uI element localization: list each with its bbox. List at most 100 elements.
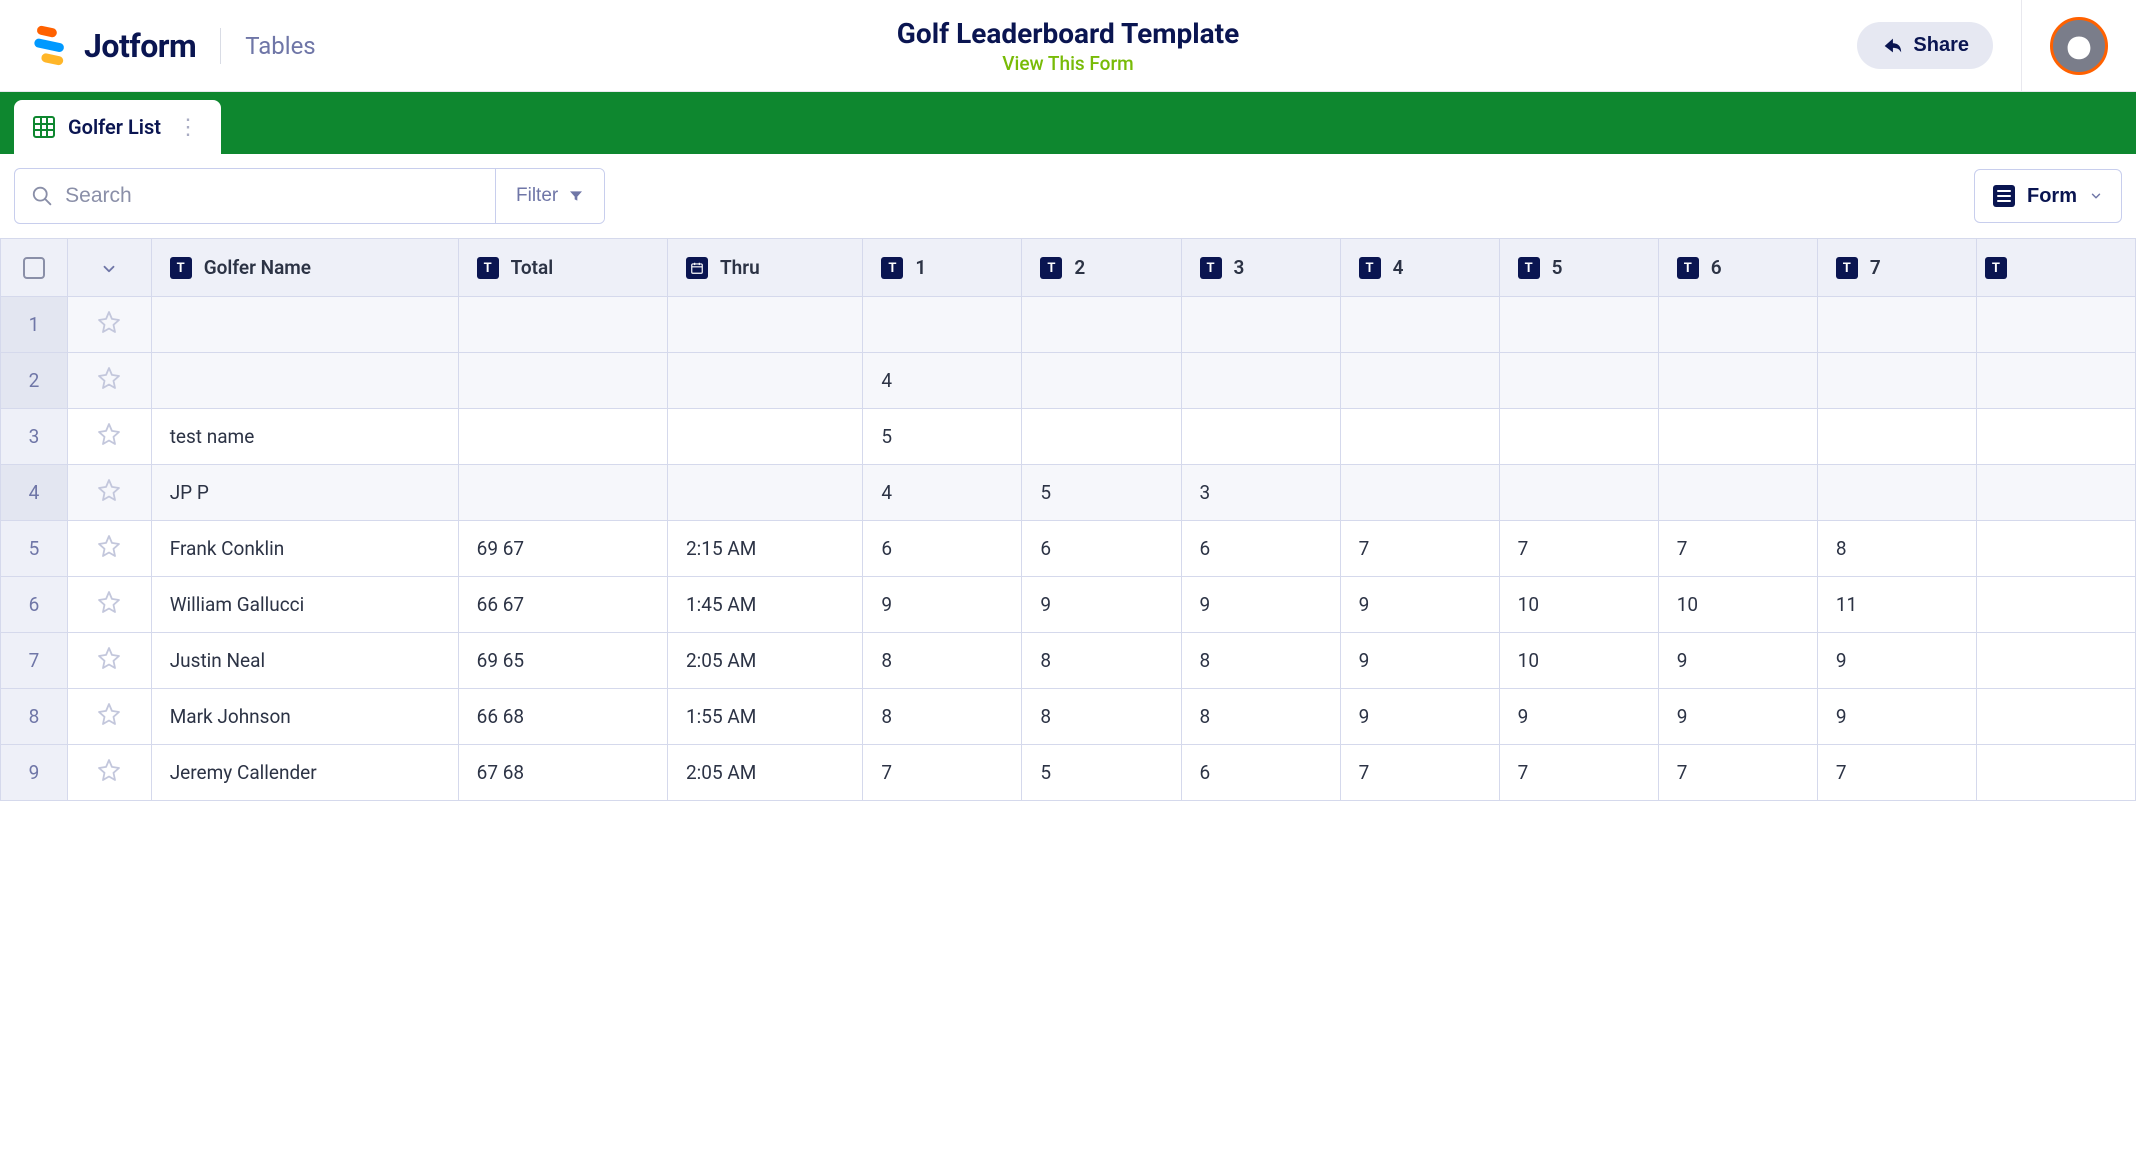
cell-hole-5[interactable]: 9 bbox=[1499, 689, 1658, 745]
cell-hole-6[interactable]: 9 bbox=[1658, 633, 1817, 689]
cell-golfer-name[interactable]: Jeremy Callender bbox=[151, 745, 458, 801]
search-box[interactable] bbox=[15, 169, 495, 223]
cell-hole-3[interactable] bbox=[1181, 297, 1340, 353]
cell-hole-2[interactable]: 5 bbox=[1022, 745, 1181, 801]
cell-thru[interactable]: 1:55 AM bbox=[667, 689, 862, 745]
cell-total[interactable]: 69 67 bbox=[458, 521, 667, 577]
table-row[interactable]: 8Mark Johnson66 681:55 AM8889999 bbox=[1, 689, 2136, 745]
cell-hole-6[interactable] bbox=[1658, 465, 1817, 521]
cell-total[interactable] bbox=[458, 409, 667, 465]
cell-hole-3[interactable]: 8 bbox=[1181, 633, 1340, 689]
cell-hole-6[interactable] bbox=[1658, 297, 1817, 353]
cell-hole-6[interactable] bbox=[1658, 353, 1817, 409]
cell-hole-5[interactable]: 7 bbox=[1499, 521, 1658, 577]
cell-hole-3[interactable] bbox=[1181, 353, 1340, 409]
cell-hole-4[interactable]: 7 bbox=[1340, 521, 1499, 577]
cell-hole-1[interactable]: 5 bbox=[863, 409, 1022, 465]
header-hole-4[interactable]: T4 bbox=[1340, 239, 1499, 297]
cell-hole-next[interactable] bbox=[1976, 689, 2135, 745]
star-icon[interactable] bbox=[97, 646, 121, 670]
cell-hole-5[interactable] bbox=[1499, 465, 1658, 521]
cell-hole-7[interactable] bbox=[1817, 409, 1976, 465]
table-row[interactable]: 24 bbox=[1, 353, 2136, 409]
cell-hole-3[interactable]: 6 bbox=[1181, 745, 1340, 801]
tab-golfer-list[interactable]: Golfer List ⋮ bbox=[14, 100, 221, 154]
section-label[interactable]: Tables bbox=[245, 32, 315, 60]
cell-hole-1[interactable]: 4 bbox=[863, 465, 1022, 521]
cell-hole-3[interactable]: 3 bbox=[1181, 465, 1340, 521]
cell-thru[interactable]: 2:15 AM bbox=[667, 521, 862, 577]
cell-hole-7[interactable]: 11 bbox=[1817, 577, 1976, 633]
table-row[interactable]: 4JP P453 bbox=[1, 465, 2136, 521]
cell-hole-4[interactable] bbox=[1340, 409, 1499, 465]
header-total[interactable]: TTotal bbox=[458, 239, 667, 297]
header-hole-2[interactable]: T2 bbox=[1022, 239, 1181, 297]
cell-hole-1[interactable]: 4 bbox=[863, 353, 1022, 409]
cell-hole-6[interactable] bbox=[1658, 409, 1817, 465]
chevron-down-icon[interactable] bbox=[100, 260, 118, 278]
cell-hole-6[interactable]: 7 bbox=[1658, 521, 1817, 577]
cell-hole-7[interactable]: 8 bbox=[1817, 521, 1976, 577]
view-form-link[interactable]: View This Form bbox=[897, 52, 1239, 75]
cell-hole-2[interactable] bbox=[1022, 409, 1181, 465]
cell-hole-4[interactable] bbox=[1340, 297, 1499, 353]
cell-golfer-name[interactable]: test name bbox=[151, 409, 458, 465]
cell-golfer-name[interactable]: Justin Neal bbox=[151, 633, 458, 689]
cell-total[interactable] bbox=[458, 465, 667, 521]
cell-thru[interactable]: 1:45 AM bbox=[667, 577, 862, 633]
cell-hole-2[interactable]: 6 bbox=[1022, 521, 1181, 577]
cell-hole-1[interactable]: 6 bbox=[863, 521, 1022, 577]
table-row[interactable]: 6William Gallucci66 671:45 AM9999101011 bbox=[1, 577, 2136, 633]
cell-hole-next[interactable] bbox=[1976, 297, 2135, 353]
cell-golfer-name[interactable]: Mark Johnson bbox=[151, 689, 458, 745]
cell-hole-1[interactable]: 9 bbox=[863, 577, 1022, 633]
cell-golfer-name[interactable]: Frank Conklin bbox=[151, 521, 458, 577]
cell-hole-3[interactable]: 6 bbox=[1181, 521, 1340, 577]
cell-hole-1[interactable] bbox=[863, 297, 1022, 353]
cell-hole-1[interactable]: 7 bbox=[863, 745, 1022, 801]
cell-hole-4[interactable]: 9 bbox=[1340, 689, 1499, 745]
cell-golfer-name[interactable]: JP P bbox=[151, 465, 458, 521]
cell-total[interactable]: 66 68 bbox=[458, 689, 667, 745]
table-row[interactable]: 1 bbox=[1, 297, 2136, 353]
cell-thru[interactable] bbox=[667, 297, 862, 353]
cell-hole-1[interactable]: 8 bbox=[863, 633, 1022, 689]
tab-menu-icon[interactable]: ⋮ bbox=[173, 115, 203, 140]
header-golfer-name[interactable]: TGolfer Name bbox=[151, 239, 458, 297]
header-hole-1[interactable]: T1 bbox=[863, 239, 1022, 297]
cell-hole-5[interactable]: 10 bbox=[1499, 633, 1658, 689]
cell-hole-4[interactable] bbox=[1340, 353, 1499, 409]
user-avatar[interactable] bbox=[2050, 17, 2108, 75]
brand-logo[interactable]: Jotform bbox=[28, 24, 196, 68]
star-icon[interactable] bbox=[97, 758, 121, 782]
cell-hole-2[interactable]: 8 bbox=[1022, 689, 1181, 745]
table-row[interactable]: 3test name5 bbox=[1, 409, 2136, 465]
cell-hole-2[interactable] bbox=[1022, 353, 1181, 409]
table-row[interactable]: 5Frank Conklin69 672:15 AM6667778 bbox=[1, 521, 2136, 577]
cell-hole-2[interactable]: 5 bbox=[1022, 465, 1181, 521]
star-icon[interactable] bbox=[97, 534, 121, 558]
cell-hole-7[interactable]: 7 bbox=[1817, 745, 1976, 801]
cell-hole-5[interactable] bbox=[1499, 409, 1658, 465]
table-row[interactable]: 9Jeremy Callender67 682:05 AM7567777 bbox=[1, 745, 2136, 801]
cell-golfer-name[interactable] bbox=[151, 353, 458, 409]
star-icon[interactable] bbox=[97, 422, 121, 446]
select-all-checkbox[interactable] bbox=[23, 257, 45, 279]
cell-total[interactable]: 66 67 bbox=[458, 577, 667, 633]
header-hole-7[interactable]: T7 bbox=[1817, 239, 1976, 297]
cell-total[interactable] bbox=[458, 297, 667, 353]
cell-thru[interactable] bbox=[667, 465, 862, 521]
cell-hole-4[interactable]: 7 bbox=[1340, 745, 1499, 801]
header-hole-next[interactable]: T bbox=[1976, 239, 2135, 297]
cell-hole-next[interactable] bbox=[1976, 521, 2135, 577]
cell-hole-4[interactable]: 9 bbox=[1340, 577, 1499, 633]
cell-hole-next[interactable] bbox=[1976, 353, 2135, 409]
cell-hole-6[interactable]: 9 bbox=[1658, 689, 1817, 745]
cell-hole-next[interactable] bbox=[1976, 633, 2135, 689]
cell-total[interactable] bbox=[458, 353, 667, 409]
cell-hole-next[interactable] bbox=[1976, 465, 2135, 521]
cell-thru[interactable]: 2:05 AM bbox=[667, 745, 862, 801]
data-table-wrap[interactable]: TGolfer Name TTotal Thru T1 T2 T3 T4 T5 … bbox=[0, 238, 2136, 801]
cell-hole-next[interactable] bbox=[1976, 745, 2135, 801]
cell-hole-7[interactable] bbox=[1817, 297, 1976, 353]
